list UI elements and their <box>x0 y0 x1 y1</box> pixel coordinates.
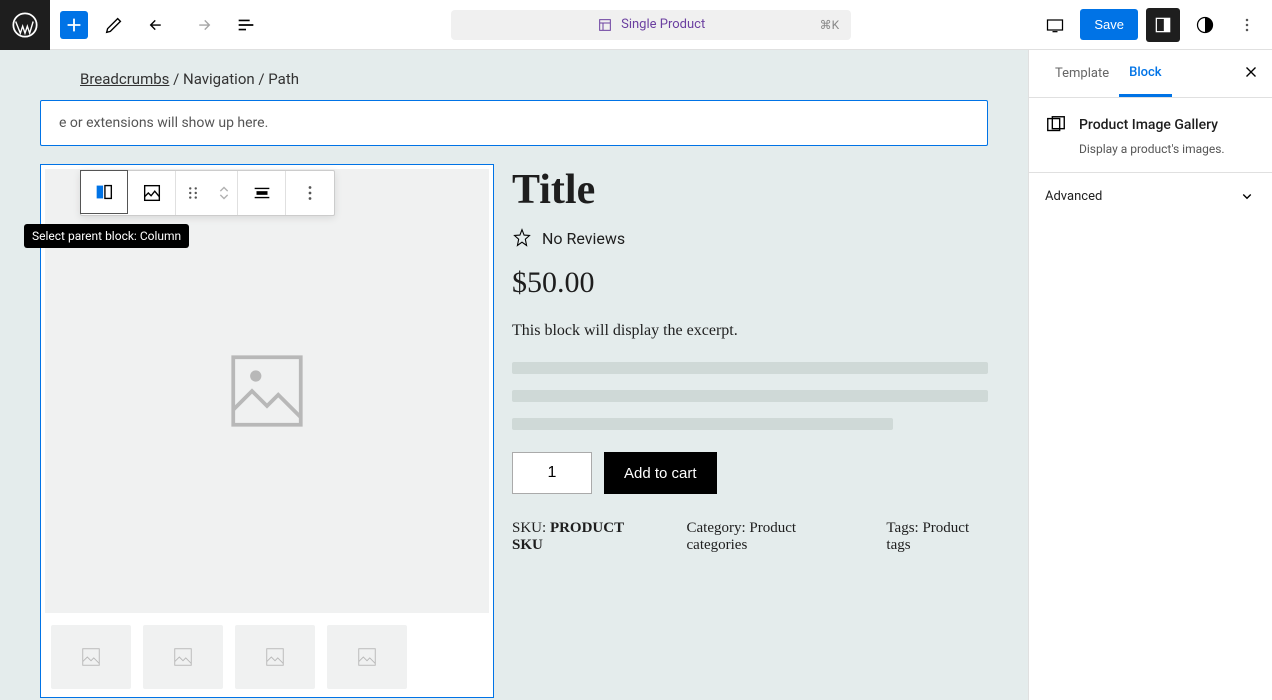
view-button[interactable] <box>1038 8 1072 42</box>
sku-meta: SKU: PRODUCT SKU <box>512 520 647 554</box>
top-toolbar: Single Product ⌘K Save <box>0 0 1272 50</box>
undo-button[interactable] <box>140 7 176 43</box>
store-notices-block[interactable]: e or extensions will show up here. <box>40 100 988 146</box>
gallery-icon <box>1045 114 1067 136</box>
tab-block[interactable]: Block <box>1119 50 1171 97</box>
add-to-cart-button[interactable]: Add to cart <box>604 452 717 494</box>
reviews-text: No Reviews <box>542 229 625 248</box>
skeleton-line <box>512 362 988 374</box>
move-arrows[interactable] <box>210 171 238 215</box>
product-details-column: Title No Reviews $50.00 This block will … <box>512 164 988 698</box>
thumbnail-row <box>41 617 493 697</box>
more-options-button[interactable] <box>286 171 334 215</box>
breadcrumb-path: / Navigation / Path <box>169 70 299 88</box>
list-view-button[interactable] <box>228 7 264 43</box>
styles-button[interactable] <box>1188 8 1222 42</box>
tags-meta: Tags: Product tags <box>886 520 988 554</box>
close-sidebar-button[interactable] <box>1242 63 1260 85</box>
block-toolbar <box>80 170 335 216</box>
sidebar-toggle-button[interactable] <box>1146 8 1180 42</box>
wordpress-logo[interactable] <box>0 0 50 50</box>
quantity-input[interactable] <box>512 452 592 494</box>
keyboard-shortcut: ⌘K <box>820 18 840 32</box>
add-block-button[interactable] <box>60 11 88 39</box>
template-icon <box>597 17 613 33</box>
select-parent-column-button[interactable] <box>80 170 128 214</box>
skeleton-placeholder <box>512 362 988 430</box>
advanced-label: Advanced <box>1045 189 1102 204</box>
product-price[interactable]: $50.00 <box>512 266 988 300</box>
align-button[interactable] <box>238 171 286 215</box>
editor-canvas: Breadcrumbs / Navigation / Path e or ext… <box>0 50 1028 700</box>
reviews-row[interactable]: No Reviews <box>512 228 988 248</box>
add-to-cart-row: Add to cart <box>512 452 988 494</box>
block-type-button[interactable] <box>128 171 176 215</box>
drag-handle[interactable] <box>176 171 210 215</box>
save-button[interactable]: Save <box>1080 9 1138 40</box>
block-name: Product Image Gallery <box>1079 117 1218 133</box>
edit-tool-button[interactable] <box>96 7 132 43</box>
image-placeholder-icon <box>222 346 312 436</box>
product-excerpt[interactable]: This block will display the excerpt. <box>512 322 988 340</box>
document-title-bar[interactable]: Single Product ⌘K <box>451 10 851 40</box>
category-meta: Category: Product categories <box>687 520 847 554</box>
product-title[interactable]: Title <box>512 166 988 214</box>
document-title: Single Product <box>621 17 705 32</box>
thumbnail <box>235 625 315 689</box>
chevron-down-icon <box>1238 187 1256 205</box>
star-icon <box>512 228 532 248</box>
thumbnail <box>327 625 407 689</box>
tab-template[interactable]: Template <box>1045 50 1119 97</box>
advanced-panel-toggle[interactable]: Advanced <box>1029 173 1272 219</box>
tooltip: Select parent block: Column <box>24 224 189 248</box>
skeleton-line <box>512 418 893 430</box>
skeleton-line <box>512 390 988 402</box>
block-info-panel: Product Image Gallery Display a product'… <box>1029 98 1272 173</box>
redo-button[interactable] <box>184 7 220 43</box>
thumbnail <box>143 625 223 689</box>
block-description: Display a product's images. <box>1045 142 1256 156</box>
breadcrumb-root[interactable]: Breadcrumbs <box>80 70 169 88</box>
settings-sidebar: Template Block Product Image Gallery Dis… <box>1028 50 1272 700</box>
product-meta: SKU: PRODUCT SKU Category: Product categ… <box>512 520 988 554</box>
thumbnail <box>51 625 131 689</box>
sidebar-tabs: Template Block <box>1029 50 1272 98</box>
options-button[interactable] <box>1230 8 1264 42</box>
breadcrumb[interactable]: Breadcrumbs / Navigation / Path <box>40 70 988 88</box>
